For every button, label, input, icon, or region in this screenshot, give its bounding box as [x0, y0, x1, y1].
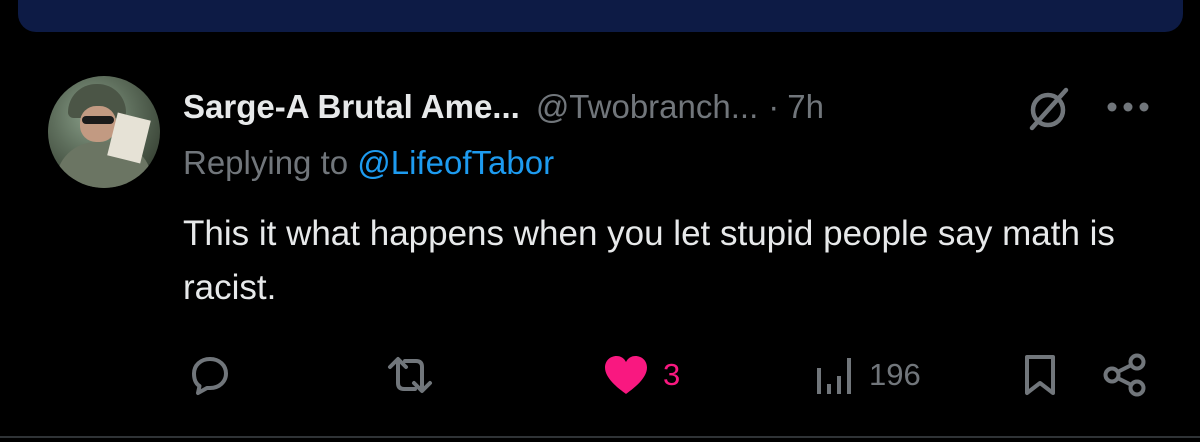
- views-icon: [817, 358, 851, 394]
- views-button[interactable]: 196: [815, 352, 921, 398]
- author-display-name[interactable]: Sarge-A Brutal Ame...: [183, 88, 520, 126]
- like-count: 3: [663, 357, 681, 392]
- header-separator: ·: [768, 88, 780, 125]
- replying-to: Replying to @LifeofTabor: [183, 144, 554, 182]
- grok-icon[interactable]: [1022, 86, 1074, 132]
- tweet-header: Sarge-A Brutal Ame... @Twobranch... · 7h: [183, 82, 824, 132]
- retweet-icon: [388, 357, 432, 393]
- tweet-divider: [0, 436, 1200, 438]
- reply-button[interactable]: [188, 352, 232, 398]
- bookmark-button[interactable]: [1021, 352, 1059, 398]
- author-handle[interactable]: @Twobranch...: [536, 88, 758, 126]
- more-icon[interactable]: [1105, 100, 1151, 114]
- avatar[interactable]: [48, 76, 160, 188]
- tweet-text: This it what happens when you let stupid…: [183, 214, 1115, 307]
- avatar-glasses: [82, 116, 114, 124]
- like-icon: [605, 356, 647, 394]
- top-banner[interactable]: [18, 0, 1183, 32]
- tweet-time[interactable]: 7h: [787, 88, 824, 126]
- replying-to-handle[interactable]: @LifeofTabor: [357, 144, 554, 181]
- views-count: 196: [869, 357, 921, 392]
- bookmark-icon: [1025, 355, 1055, 395]
- reply-icon: [192, 357, 228, 395]
- replying-to-prefix: Replying to: [183, 144, 349, 181]
- share-icon: [1103, 353, 1146, 397]
- like-button[interactable]: 3: [603, 352, 680, 398]
- retweet-button[interactable]: [385, 352, 435, 398]
- share-button[interactable]: [1102, 352, 1148, 398]
